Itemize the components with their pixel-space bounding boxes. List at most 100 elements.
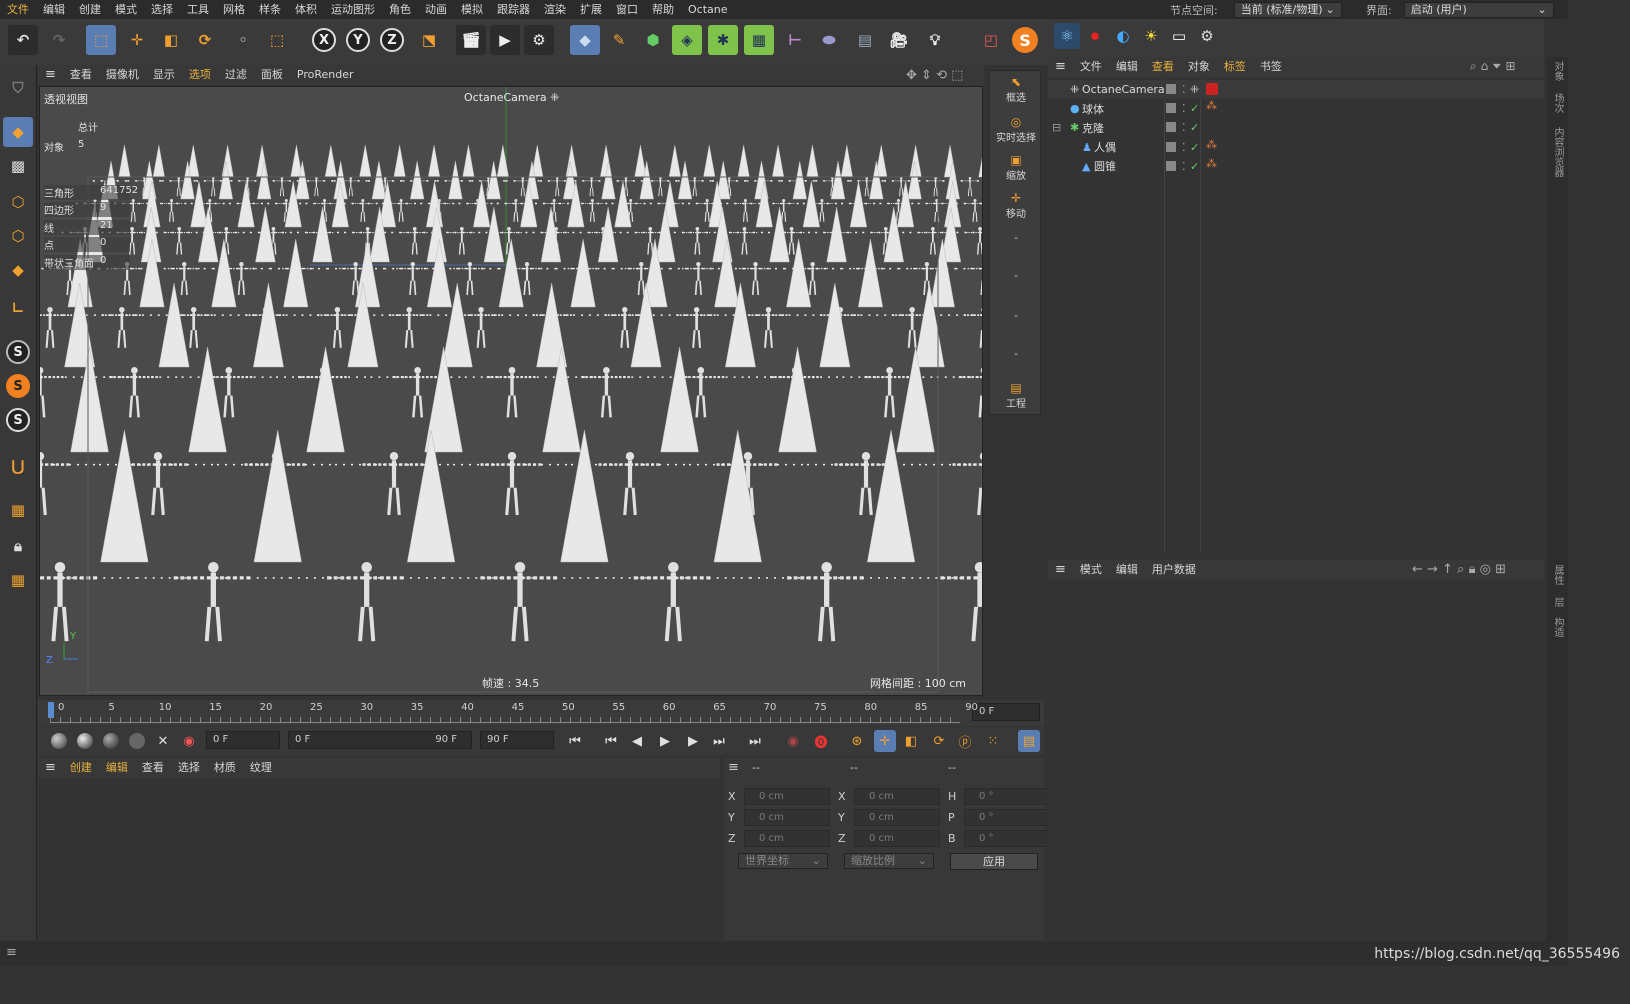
- floor-button[interactable]: ▤: [850, 25, 880, 55]
- snap-button-2[interactable]: S: [3, 371, 33, 401]
- selection-tool-button[interactable]: ⬚: [86, 25, 116, 55]
- octane-camera-tag-icon[interactable]: [1206, 83, 1218, 95]
- visibility-toggle[interactable]: [1166, 141, 1176, 152]
- layout-combo[interactable]: 启动 (用户) ⌄: [1403, 1, 1554, 18]
- pan-icon[interactable]: ✥: [906, 68, 917, 83]
- hamburger-icon[interactable]: ≡: [38, 65, 63, 85]
- current-frame-field[interactable]: 0 F: [972, 703, 1040, 721]
- octane-area-light-button[interactable]: ▭: [1166, 23, 1192, 49]
- viewport-menu-item[interactable]: ProRender: [290, 65, 361, 85]
- point-mode-button[interactable]: ⬡: [3, 187, 33, 217]
- last-tool-button[interactable]: ⚬: [228, 25, 258, 55]
- menu-item[interactable]: 渲染: [537, 0, 573, 19]
- render-dots-icon[interactable]: ⁚: [1182, 160, 1186, 173]
- new-window-icon[interactable]: ⊞: [1495, 562, 1506, 577]
- scale-dropdown[interactable]: 缩放比例 ⌄: [844, 853, 934, 869]
- key-selection-button[interactable]: ⊛: [846, 730, 868, 752]
- collapse-icon[interactable]: ⊟: [1052, 121, 1061, 134]
- hamburger-icon[interactable]: ≡: [728, 760, 739, 775]
- menu-item[interactable]: 扩展: [573, 0, 609, 19]
- tool-strip-item[interactable]: ◎ 实时选择: [990, 115, 1042, 144]
- menu-item[interactable]: 帮助: [645, 0, 681, 19]
- right-tab[interactable]: 对象: [1550, 61, 1565, 81]
- viewport-menu-item[interactable]: 过滤: [218, 65, 254, 85]
- render-picture-viewer-button[interactable]: ▶: [490, 25, 520, 55]
- visibility-toggle[interactable]: [1166, 122, 1176, 133]
- material-tag-icon[interactable]: ⁂: [1206, 157, 1217, 170]
- magnet-button[interactable]: ⋃: [3, 451, 33, 481]
- render-dots-icon[interactable]: ⁚: [1182, 83, 1186, 96]
- object-menu-item[interactable]: 查看: [1145, 57, 1181, 77]
- blend-icon[interactable]: [126, 730, 148, 752]
- snap-button-1[interactable]: S: [3, 337, 33, 367]
- world-coordinates-dropdown[interactable]: 世界坐标 ⌄: [738, 853, 828, 869]
- cube-button[interactable]: ◆: [570, 25, 600, 55]
- home-icon[interactable]: ⌂: [1481, 59, 1489, 73]
- object-row[interactable]: ♟ 人偶 ⁚ ✓ ⁂: [1048, 138, 1544, 157]
- menu-item[interactable]: 样条: [252, 0, 288, 19]
- previous-frame-button[interactable]: ◀: [626, 730, 648, 752]
- material-menu-item[interactable]: 查看: [135, 758, 171, 778]
- viewport-menu-item[interactable]: 摄像机: [99, 65, 146, 85]
- check-icon[interactable]: ✓: [1190, 102, 1199, 115]
- field-button[interactable]: ⬬: [814, 25, 844, 55]
- mograph-button[interactable]: ▦: [744, 25, 774, 55]
- octane-preferences-button[interactable]: ⚙: [1194, 23, 1220, 49]
- menu-item[interactable]: 运动图形: [324, 0, 382, 19]
- node-space-combo[interactable]: 当前 (标准/物理) ⌄: [1233, 1, 1342, 18]
- coord-field[interactable]: 0 °: [964, 830, 1050, 847]
- snap-button-3[interactable]: S: [3, 405, 33, 435]
- viewport-menu-item[interactable]: 选项: [182, 65, 218, 85]
- object-menu-item[interactable]: 文件: [1073, 57, 1109, 77]
- right-tab[interactable]: 属性: [1550, 565, 1565, 585]
- planar-workplane-button[interactable]: ▦: [3, 565, 33, 595]
- coord-field[interactable]: 0 °: [964, 809, 1050, 826]
- apply-button[interactable]: 应用: [950, 853, 1038, 870]
- tool-strip-item[interactable]: -: [990, 349, 1042, 360]
- live-select-button[interactable]: ⬚: [262, 25, 292, 55]
- coord-field[interactable]: 0 cm: [744, 788, 830, 805]
- hamburger-icon[interactable]: ≡: [6, 945, 17, 960]
- orbit-icon[interactable]: ⟲: [936, 68, 947, 83]
- menu-item[interactable]: 编辑: [36, 0, 72, 19]
- menu-item[interactable]: 模式: [108, 0, 144, 19]
- end-frame-field[interactable]: 90 F: [480, 731, 554, 749]
- go-to-start-button[interactable]: ⏮: [564, 730, 586, 752]
- viewport-menu-item[interactable]: 面板: [254, 65, 290, 85]
- coord-field[interactable]: 0 cm: [744, 809, 830, 826]
- octane-live-viewer-button[interactable]: S: [1010, 25, 1040, 55]
- coord-field[interactable]: 0 cm: [744, 830, 830, 847]
- axis-mode-button[interactable]: ∟: [3, 293, 33, 323]
- check-icon[interactable]: ✓: [1190, 141, 1199, 154]
- search-icon[interactable]: ⌕: [1470, 59, 1477, 73]
- object-menu-item[interactable]: 书签: [1253, 57, 1289, 77]
- menu-item[interactable]: 选择: [144, 0, 180, 19]
- menu-item[interactable]: 动画: [418, 0, 454, 19]
- octane-sun-button[interactable]: ☀: [1138, 23, 1164, 49]
- pen-button[interactable]: ✎: [604, 25, 634, 55]
- menu-item[interactable]: 窗口: [609, 0, 645, 19]
- tool-strip-item[interactable]: ▤ 工程: [990, 381, 1042, 410]
- hamburger-icon[interactable]: ≡: [1048, 57, 1073, 77]
- autokey-button[interactable]: ⓿: [810, 730, 832, 752]
- tool-strip-item[interactable]: -: [990, 271, 1042, 282]
- z-axis-lock-button[interactable]: Z: [376, 25, 408, 55]
- render-view-button[interactable]: 🎬︎: [456, 25, 486, 55]
- edge-mode-button[interactable]: ⬡: [3, 221, 33, 251]
- material-manager-area[interactable]: [38, 779, 720, 939]
- right-tab[interactable]: 构造: [1550, 617, 1565, 637]
- redo-button[interactable]: ↷: [44, 25, 74, 55]
- tool-strip-item[interactable]: ⬉ 框选: [990, 75, 1042, 104]
- menu-item[interactable]: 角色: [382, 0, 418, 19]
- render-dots-icon[interactable]: ⁚: [1182, 102, 1186, 115]
- viewport-menu-item[interactable]: 查看: [63, 65, 99, 85]
- render-region-button[interactable]: ◰: [976, 25, 1006, 55]
- material-preview-3-icon[interactable]: [100, 730, 122, 752]
- coord-field[interactable]: 0 °: [964, 788, 1050, 805]
- hamburger-icon[interactable]: ≡: [38, 758, 63, 778]
- menu-item[interactable]: 跟踪器: [490, 0, 537, 19]
- material-menu-item[interactable]: 材质: [207, 758, 243, 778]
- light-button[interactable]: 💡︎: [920, 25, 950, 55]
- target-icon[interactable]: ◎: [1480, 562, 1491, 577]
- x-axis-lock-button[interactable]: X: [308, 25, 340, 55]
